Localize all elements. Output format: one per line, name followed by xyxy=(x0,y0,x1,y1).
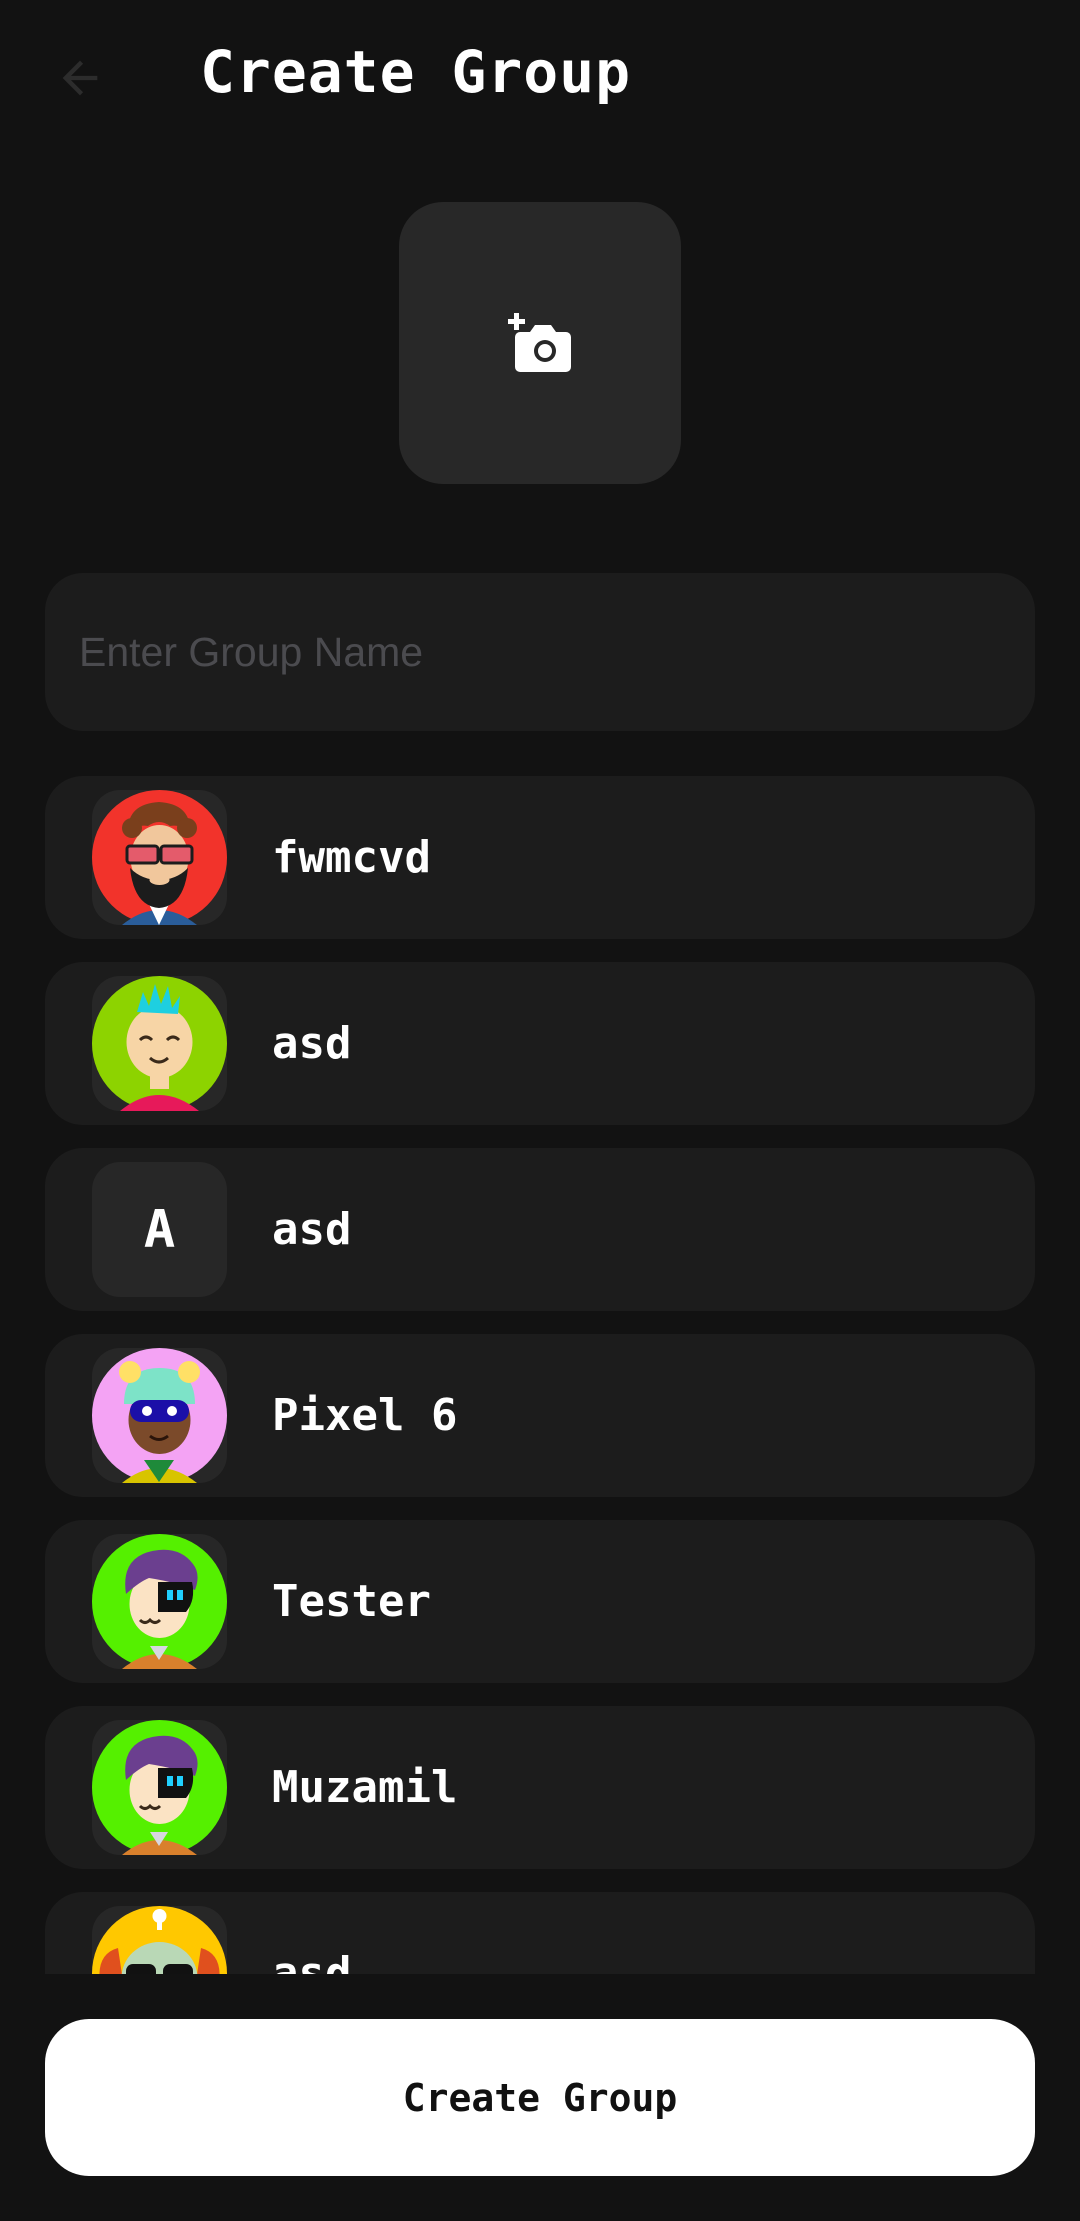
contact-item[interactable]: fwmcvd xyxy=(45,776,1035,939)
add-camera-icon xyxy=(508,313,571,372)
contact-item[interactable]: asd xyxy=(45,962,1035,1125)
avatar xyxy=(92,1534,227,1669)
contact-item[interactable]: Pixel 6 xyxy=(45,1334,1035,1497)
avatar xyxy=(92,1348,227,1483)
avatar xyxy=(92,1906,227,1974)
avatar xyxy=(92,790,227,925)
back-button[interactable] xyxy=(40,48,120,108)
contact-name: asd xyxy=(272,1948,352,1974)
avatar xyxy=(92,1720,227,1855)
group-name-input[interactable] xyxy=(45,573,1035,731)
avatar xyxy=(92,976,227,1111)
avatar: A xyxy=(92,1162,227,1297)
contact-name: Muzamil xyxy=(272,1762,458,1813)
contact-list[interactable]: fwmcvd asd A asd Pixel 6 Tester Muzamil … xyxy=(45,776,1035,1974)
contact-item[interactable]: A asd xyxy=(45,1148,1035,1311)
contact-name: Tester xyxy=(272,1576,431,1627)
contact-item[interactable]: Muzamil xyxy=(45,1706,1035,1869)
arrow-left-icon xyxy=(62,60,98,96)
app-header: Create Group xyxy=(0,0,1080,150)
create-group-button[interactable]: Create Group xyxy=(45,2019,1035,2176)
group-photo-picker[interactable] xyxy=(399,202,681,484)
contact-item[interactable]: Tester xyxy=(45,1520,1035,1683)
page-title: Create Group xyxy=(200,38,632,106)
contact-name: asd xyxy=(272,1018,352,1069)
contact-name: asd xyxy=(272,1204,352,1255)
contact-item[interactable]: asd xyxy=(45,1892,1035,1974)
avatar-letter: A xyxy=(143,1199,176,1260)
contact-name: Pixel 6 xyxy=(272,1390,458,1441)
group-name-field-container xyxy=(45,573,1035,731)
contact-name: fwmcvd xyxy=(272,832,431,883)
